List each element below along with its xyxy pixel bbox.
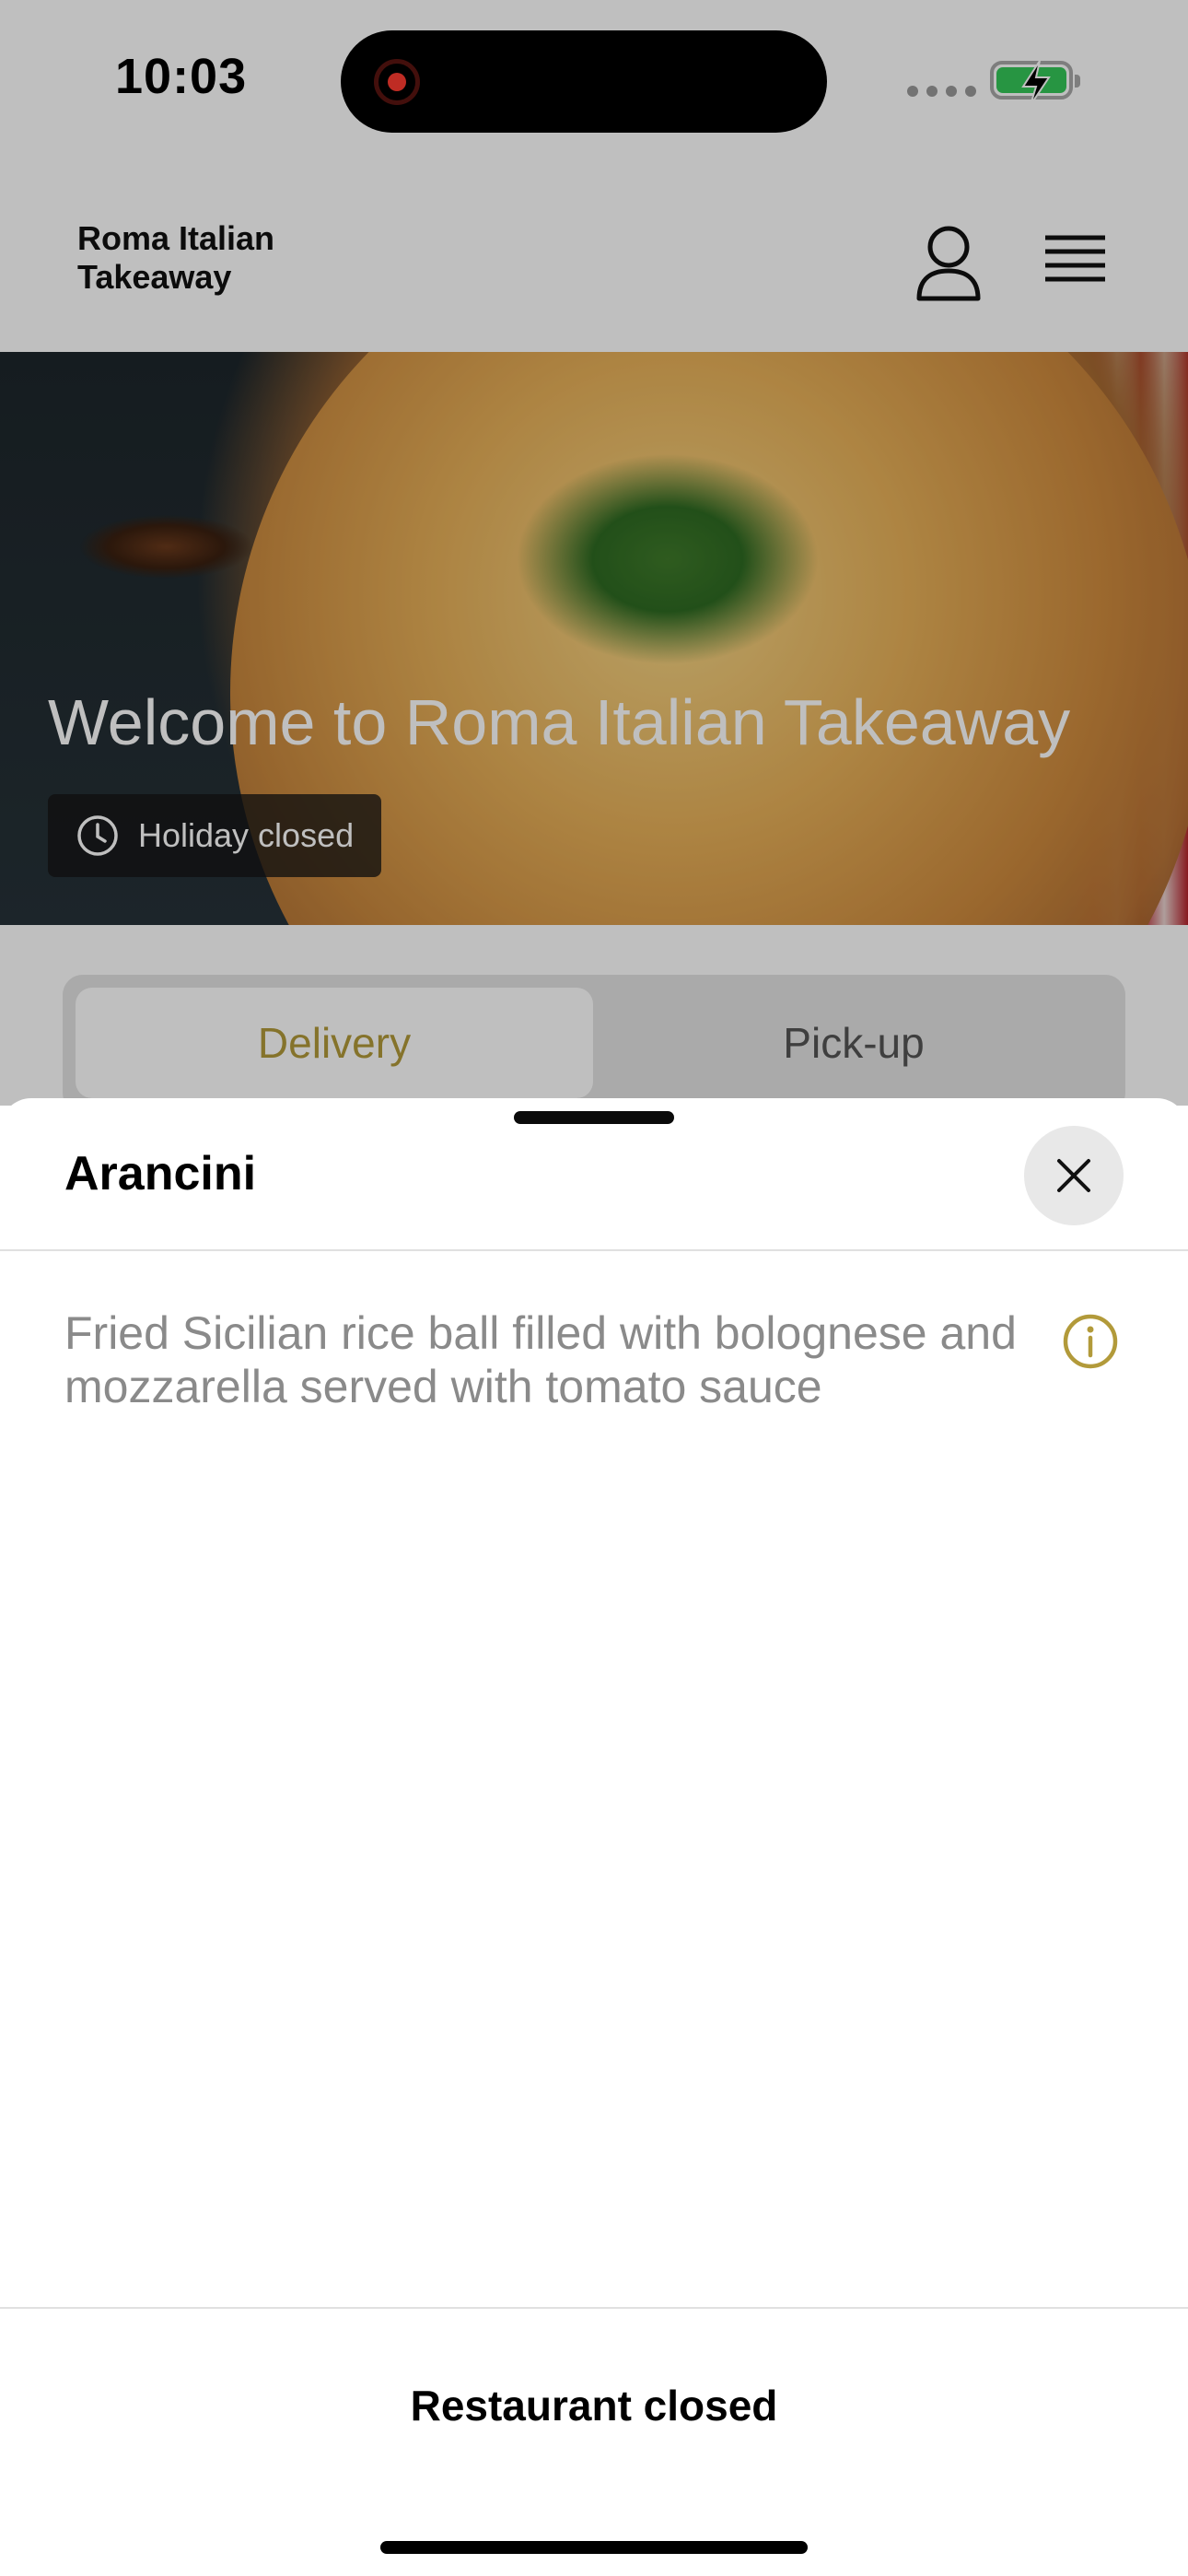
home-indicator xyxy=(380,2541,808,2554)
restaurant-closed-button[interactable]: Restaurant closed xyxy=(0,2381,1188,2430)
item-description: Fried Sicilian rice ball filled with bol… xyxy=(64,1307,1017,1412)
footer-divider xyxy=(0,2307,1188,2309)
divider xyxy=(0,1249,1188,1251)
screen: 10:03 Roma Italian Takeaway Welcome to R… xyxy=(0,0,1188,2576)
modal-backdrop[interactable] xyxy=(0,0,1188,1106)
item-detail-sheet: Arancini Fried Sicilian rice ball filled… xyxy=(0,1098,1188,2576)
sheet-grabber[interactable] xyxy=(514,1111,674,1124)
item-title: Arancini xyxy=(64,1147,257,1200)
close-icon xyxy=(1057,1159,1090,1192)
close-button[interactable] xyxy=(1024,1126,1124,1225)
info-icon[interactable] xyxy=(1061,1312,1120,1371)
